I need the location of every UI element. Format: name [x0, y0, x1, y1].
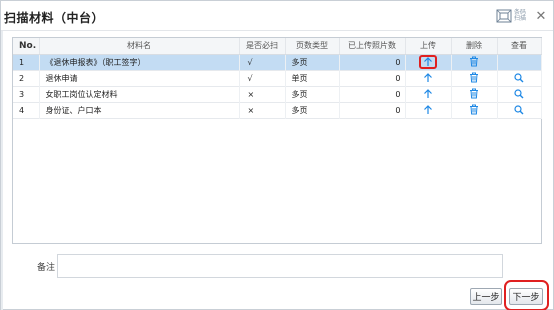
row-material-name: 身份证、户口本 [39, 102, 240, 118]
trash-icon[interactable] [467, 87, 481, 99]
row-page-type: 多页 [285, 102, 340, 118]
row-required: × [239, 102, 286, 118]
row-uploaded-count: 0 [339, 102, 406, 118]
materials-table-frame: No. 材料名 是否必扫 页数类型 已上传照片数 上传 删除 查看 1 《退休申… [12, 37, 542, 244]
row-no: 2 [13, 70, 40, 86]
arrow-up-icon[interactable] [421, 88, 435, 100]
col-header-view: 查看 [497, 38, 542, 55]
next-step-button[interactable]: 下一步 [509, 288, 543, 305]
row-material-name: 女职工岗位认定材料 [39, 86, 240, 102]
magnifier-icon[interactable] [512, 72, 526, 84]
magnifier-icon[interactable] [512, 104, 526, 116]
table-row[interactable]: 4 身份证、户口本 × 多页 0 [13, 102, 542, 118]
arrow-up-icon[interactable] [421, 104, 435, 116]
row-page-type: 单页 [285, 70, 340, 86]
row-required: √ [239, 70, 286, 86]
arrow-up-icon[interactable] [421, 72, 435, 84]
table-row[interactable]: 1 《退休申报表》（职工签字） √ 多页 0 [13, 54, 542, 70]
row-material-name: 《退休申报表》（职工签字） [39, 54, 240, 70]
row-page-type: 多页 [285, 54, 340, 70]
prev-step-button[interactable]: 上一步 [470, 288, 502, 305]
arrow-up-icon[interactable] [423, 57, 433, 67]
row-no: 1 [13, 54, 40, 70]
materials-table: No. 材料名 是否必扫 页数类型 已上传照片数 上传 删除 查看 1 《退休申… [13, 38, 542, 119]
row-page-type: 多页 [285, 86, 340, 102]
col-header-delete: 删除 [451, 38, 498, 55]
dialog-title: 扫描材料（中台） [4, 11, 105, 25]
trash-icon[interactable] [467, 71, 481, 83]
row-uploaded-count: 0 [339, 86, 406, 102]
row-required: √ [239, 54, 286, 70]
remark-label: 备注 [37, 263, 56, 273]
table-row[interactable]: 3 女职工岗位认定材料 × 多页 0 [13, 86, 542, 102]
col-header-uploaded-count: 已上传照片数 [339, 38, 406, 55]
col-header-required: 是否必扫 [239, 38, 286, 55]
qr-icon-text-bottom: 扫描 [513, 15, 526, 22]
row-no: 3 [13, 86, 40, 102]
trash-icon[interactable] [467, 55, 481, 67]
col-header-no: No. [13, 38, 40, 55]
col-header-upload: 上传 [405, 38, 452, 55]
close-icon[interactable]: ✕ [534, 8, 548, 24]
row-no: 4 [13, 102, 40, 118]
dialog-titlebar: 扫描材料（中台） 条码 扫描 ✕ [1, 1, 553, 31]
row-uploaded-count: 0 [339, 54, 406, 70]
upload-highlight[interactable] [419, 55, 437, 69]
row-material-name: 退休申请 [39, 70, 240, 86]
table-header-row: No. 材料名 是否必扫 页数类型 已上传照片数 上传 删除 查看 [13, 38, 542, 55]
row-uploaded-count: 0 [339, 70, 406, 86]
remark-input[interactable] [57, 254, 503, 278]
table-row[interactable]: 2 退休申请 √ 单页 0 [13, 70, 542, 86]
col-header-name: 材料名 [39, 38, 240, 55]
row-required: × [239, 86, 286, 102]
scan-materials-dialog: 扫描材料（中台） 条码 扫描 ✕ No. 材料名 是否必扫 页数类型 已上传照片… [0, 0, 554, 310]
dialog-left-edge [1, 31, 3, 310]
row-view-empty [497, 54, 542, 70]
col-header-page-type: 页数类型 [285, 38, 340, 55]
magnifier-icon[interactable] [512, 88, 526, 100]
trash-icon[interactable] [467, 103, 481, 115]
barcode-scan-icon[interactable]: 条码 扫描 [513, 8, 527, 24]
restore-window-icon[interactable] [495, 8, 513, 24]
